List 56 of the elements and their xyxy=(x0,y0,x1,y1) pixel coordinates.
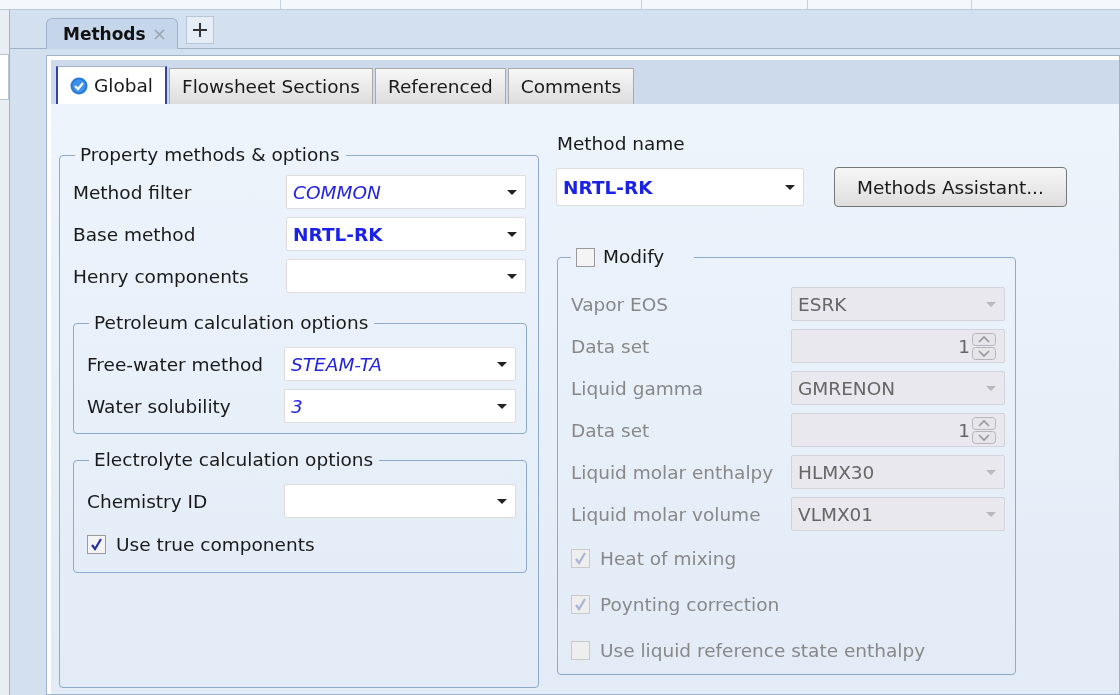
caret-icon xyxy=(497,403,507,409)
spinner-arrows-icon xyxy=(972,332,996,360)
caret-icon xyxy=(507,273,517,279)
group-title: Property methods & options xyxy=(80,143,340,167)
field-label: Liquid molar volume xyxy=(571,503,762,525)
dropdown-field[interactable]: NRTL-RK xyxy=(286,217,526,251)
dropdown-field[interactable]: 3 xyxy=(284,389,516,423)
field-label: Liquid molar enthalpy xyxy=(571,461,775,483)
field-label: Free-water method xyxy=(87,353,264,375)
dropdown-field[interactable]: NRTL-RK xyxy=(556,168,804,206)
check-circle-icon xyxy=(70,76,88,95)
caret-icon xyxy=(986,469,996,475)
checkbox-label: Poynting correction xyxy=(600,593,780,615)
field-label: Chemistry ID xyxy=(87,490,209,512)
field-label: Data set xyxy=(571,335,651,357)
caret-icon xyxy=(507,231,517,237)
caret-icon xyxy=(497,498,507,504)
tab[interactable]: Comments xyxy=(507,68,635,104)
check-icon xyxy=(574,551,587,565)
field-label: Vapor EOS xyxy=(571,293,670,315)
field-label: Base method xyxy=(73,223,197,245)
field-label: Water solubility xyxy=(87,395,232,417)
collapsed-pane-tab[interactable] xyxy=(0,54,9,100)
tab[interactable]: Referenced xyxy=(374,68,506,104)
add-tab-button[interactable] xyxy=(185,16,214,44)
field-label: Method name xyxy=(557,133,686,154)
dropdown-field[interactable] xyxy=(284,484,516,518)
methods-assistant-button[interactable]: Methods Assistant... xyxy=(834,167,1067,207)
caret-icon xyxy=(507,189,517,195)
check-icon xyxy=(90,537,103,551)
tab[interactable]: Global xyxy=(56,66,167,104)
spinner-arrows-icon xyxy=(972,416,996,444)
checkbox[interactable] xyxy=(87,534,106,554)
checkbox-label: Use liquid reference state enthalpy xyxy=(600,639,926,661)
dropdown-field[interactable]: STEAM-TA xyxy=(284,347,516,381)
plus-icon xyxy=(191,22,208,38)
dropdown-field[interactable] xyxy=(286,259,526,293)
group-title: Electrolyte calculation options xyxy=(94,448,374,472)
caret-icon xyxy=(986,301,996,307)
check-icon xyxy=(574,597,587,611)
checkbox-label: Use true components xyxy=(116,533,315,555)
checkbox-label: Heat of mixing xyxy=(600,547,737,569)
caret-icon xyxy=(986,385,996,391)
field-label: Data set xyxy=(571,419,651,441)
group-title: Petroleum calculation options xyxy=(94,311,369,335)
dropdown-field[interactable]: COMMON xyxy=(286,175,526,209)
caret-icon xyxy=(785,184,795,190)
caret-icon xyxy=(986,511,996,517)
field-label: Method filter xyxy=(73,181,193,203)
close-icon xyxy=(153,28,165,40)
document-tab[interactable]: Methods xyxy=(46,18,178,49)
field-label: Henry components xyxy=(73,265,250,287)
tab[interactable]: Flowsheet Sections xyxy=(169,68,373,104)
caret-icon xyxy=(497,361,507,367)
checkbox-label: Modify xyxy=(603,245,665,269)
field-label: Liquid gamma xyxy=(571,377,705,399)
